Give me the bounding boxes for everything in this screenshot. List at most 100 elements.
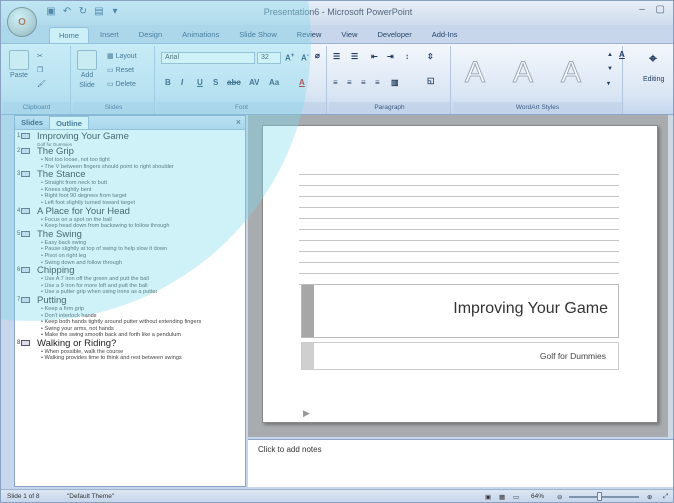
tab-view[interactable]: View xyxy=(332,27,366,43)
window-controls[interactable]: – ▢ xyxy=(639,4,669,15)
slideshow-icon[interactable]: ▭ xyxy=(513,493,519,501)
paste-button[interactable]: Paste xyxy=(9,50,29,79)
outline-slide-title[interactable]: The Stance xyxy=(37,170,245,180)
outline-bullet[interactable]: Swing your arms, not hands xyxy=(37,326,245,333)
slide-title-placeholder[interactable]: Improving Your Game xyxy=(301,284,619,338)
outline-slide-entry[interactable]: 8 Walking or Riding?When possible, walk t… xyxy=(17,338,245,362)
align-left-icon[interactable]: ≡ xyxy=(333,78,338,87)
outline-bullet[interactable]: Don't interlock hands xyxy=(37,313,245,320)
copy-icon[interactable]: ❐ xyxy=(37,66,43,74)
font-color-icon[interactable]: A xyxy=(299,78,305,87)
outline-slide-entry[interactable]: 1 Improving Your Game Golf for Dummies xyxy=(17,132,245,148)
outline-slide-title[interactable]: Walking or Riding? xyxy=(37,338,245,349)
columns-icon[interactable]: ▥ xyxy=(391,78,399,87)
outline-bullet[interactable]: Pivot on right leg xyxy=(37,253,245,260)
justify-icon[interactable]: ≡ xyxy=(375,78,380,87)
align-right-icon[interactable]: ≡ xyxy=(361,78,366,87)
outline-bullet[interactable]: Easy back swing xyxy=(37,240,245,247)
outline-bullet[interactable]: Pause slightly at top of swing to help s… xyxy=(37,246,245,253)
character-spacing-icon[interactable]: AV xyxy=(249,78,260,87)
tab-outline-pane[interactable]: Outline xyxy=(49,116,89,129)
outline-bullet[interactable]: When possible, walk the course xyxy=(37,349,245,356)
outline-bullet[interactable]: Walking provides time to think and rest … xyxy=(37,355,245,362)
add-slide-button[interactable]: Add Slide xyxy=(77,50,97,90)
slide-sorter-icon[interactable]: ▦ xyxy=(499,493,505,501)
wordart-style-3[interactable]: A xyxy=(560,56,581,90)
outline-slide-entry[interactable]: 4 A Place for Your HeadFocus on a spot on… xyxy=(17,206,245,230)
tab-insert[interactable]: Insert xyxy=(91,27,128,43)
tab-slides-pane[interactable]: Slides xyxy=(15,116,49,129)
underline-icon[interactable]: U xyxy=(197,78,203,87)
outline-bullet[interactable]: Focus on a spot on the ball xyxy=(37,217,245,224)
outline-slide-title[interactable]: The Swing xyxy=(37,229,245,240)
outline-bullet[interactable]: Use A 7 iron off the green and putt the … xyxy=(37,276,245,283)
reset-button[interactable]: ▭ Reset xyxy=(107,66,134,75)
outline-bullet[interactable]: Knees slightly bent xyxy=(37,187,245,194)
zoom-slider-thumb[interactable] xyxy=(597,492,602,501)
wordart-style-1[interactable]: A xyxy=(464,56,485,90)
wordart-style-2[interactable]: A xyxy=(512,56,533,90)
cut-icon[interactable]: ✂ xyxy=(37,52,43,60)
wordart-scroll-up-icon[interactable]: ▲ xyxy=(607,52,613,58)
tab-animations[interactable]: Animations xyxy=(173,27,228,43)
office-button[interactable]: O xyxy=(7,7,37,37)
zoom-out-icon[interactable]: ⊖ xyxy=(557,493,562,501)
increase-indent-icon[interactable]: ⇥ xyxy=(387,52,394,61)
tab-developer[interactable]: Developer xyxy=(369,27,421,43)
tab-add-ins[interactable]: Add-Ins xyxy=(423,27,467,43)
zoom-level[interactable]: 64% xyxy=(531,493,544,500)
tab-home[interactable]: Home xyxy=(49,27,90,43)
delete-button[interactable]: ▭ Delete xyxy=(107,80,136,89)
outline-bullet[interactable]: Right foot 90 degrees from target xyxy=(37,193,245,200)
outline-bullet[interactable]: Not too loose, not too tight xyxy=(37,157,245,164)
tab-design[interactable]: Design xyxy=(130,27,171,43)
wordart-more-icon[interactable]: ▾ xyxy=(607,80,610,87)
vertical-scrollbar[interactable] xyxy=(668,115,673,437)
zoom-slider[interactable] xyxy=(569,496,639,498)
find-icon[interactable]: ⌖ xyxy=(649,50,657,67)
outline-slide-entry[interactable]: 3 The StanceStraight from neck to buttKne… xyxy=(17,170,245,206)
outline-bullet[interactable]: Straight from neck to butt xyxy=(37,180,245,187)
change-case-icon[interactable]: Aa xyxy=(269,78,279,87)
outline-slide-title[interactable]: Putting xyxy=(37,295,245,306)
wordart-scroll-down-icon[interactable]: ▼ xyxy=(607,66,613,72)
align-center-icon[interactable]: ≡ xyxy=(347,78,352,87)
outline-slide-title[interactable]: Improving Your Game xyxy=(37,132,245,142)
normal-view-icon[interactable]: ▣ xyxy=(485,493,491,501)
clear-formatting-icon[interactable]: ⌀ xyxy=(315,51,320,60)
outline-slide-title[interactable]: The Grip xyxy=(37,147,245,157)
outline-slide-title[interactable]: Chipping xyxy=(37,266,245,276)
notes-pane[interactable]: Click to add notes xyxy=(248,439,673,487)
fit-to-window-icon[interactable]: ⤢ xyxy=(663,493,668,501)
outline-bullet[interactable]: Use a putter grip when using irons as a … xyxy=(37,289,245,296)
outline-slide-entry[interactable]: 6 ChippingUse A 7 iron off the green and … xyxy=(17,266,245,296)
outline-slide-title[interactable]: A Place for Your Head xyxy=(37,206,245,217)
text-direction-icon[interactable]: ⇳ xyxy=(427,52,434,61)
tab-slide-show[interactable]: Slide Show xyxy=(230,27,286,43)
grow-font-icon[interactable]: A+ xyxy=(285,52,295,63)
shrink-font-icon[interactable]: A- xyxy=(301,52,309,63)
slide-canvas[interactable]: Improving Your Game Golf for Dummies ▶ xyxy=(262,125,658,423)
outline-slide-entry[interactable]: 7 PuttingKeep a firm gripDon't interlock … xyxy=(17,295,245,339)
bold-icon[interactable]: B xyxy=(165,78,171,87)
close-icon[interactable]: × xyxy=(236,117,241,127)
outline-bullet[interactable]: Use a 9 iron for more loft and putt the … xyxy=(37,283,245,290)
line-spacing-icon[interactable]: ↕ xyxy=(405,52,409,61)
format-painter-icon[interactable]: 🖌 xyxy=(37,80,46,88)
numbering-icon[interactable]: ☰ xyxy=(351,52,358,61)
shadow-icon[interactable]: S xyxy=(213,78,218,87)
slide-subtitle-placeholder[interactable]: Golf for Dummies xyxy=(301,342,619,370)
italic-icon[interactable]: I xyxy=(181,78,183,87)
decrease-indent-icon[interactable]: ⇤ xyxy=(371,52,378,61)
smartart-icon[interactable]: ◱ xyxy=(427,76,435,85)
outline-bullet[interactable]: Keep a firm grip xyxy=(37,306,245,313)
outline-bullet[interactable]: Keep both hands tightly around putter wi… xyxy=(37,319,245,326)
editing-button[interactable]: Editing xyxy=(643,76,664,83)
font-size-combo[interactable]: 32 xyxy=(257,52,281,64)
outline-slide-entry[interactable]: 2The GripNot too loose, not too tightThe… xyxy=(17,147,245,170)
zoom-in-icon[interactable]: ⊕ xyxy=(647,493,652,501)
tab-review[interactable]: Review xyxy=(288,27,331,43)
outline-list[interactable]: 1 Improving Your Game Golf for Dummies 2 The… xyxy=(15,130,245,486)
text-fill-icon[interactable]: A xyxy=(619,50,625,59)
bullets-icon[interactable]: ☰ xyxy=(333,52,340,61)
